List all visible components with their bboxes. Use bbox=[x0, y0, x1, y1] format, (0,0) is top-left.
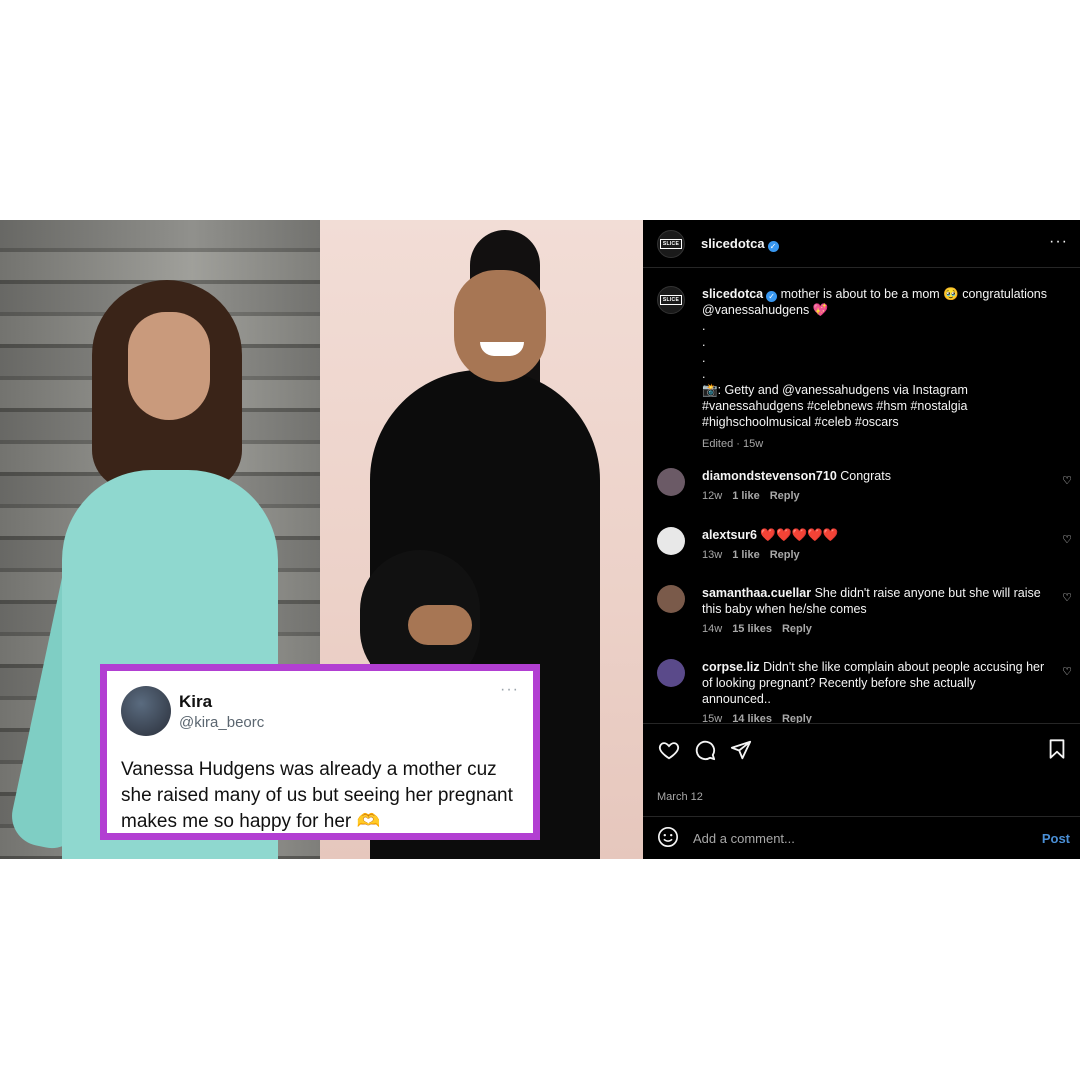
post-date: March 12 bbox=[657, 791, 703, 803]
account-username[interactable]: slicedotca ✓ bbox=[701, 236, 779, 252]
comment-reply-button[interactable]: Reply bbox=[770, 549, 800, 561]
commenter-avatar[interactable] bbox=[657, 585, 685, 613]
like-heart-icon[interactable] bbox=[657, 738, 681, 762]
post-image[interactable]: Kira @kira_beorc ··· Vanessa Hudgens was… bbox=[0, 220, 643, 859]
caption-username[interactable]: slicedotca bbox=[702, 287, 763, 301]
commenter-avatar[interactable] bbox=[657, 659, 685, 687]
tweet-author-name: Kira bbox=[179, 691, 213, 711]
caption-meta: Edited · 15w bbox=[702, 438, 764, 450]
post-sidebar: SLICE slicedotca ✓ ··· SLICE slicedotca ✓ … bbox=[643, 220, 1080, 859]
comment-text: Congrats bbox=[836, 469, 891, 483]
commenter-avatar[interactable] bbox=[657, 468, 685, 496]
comment-likes[interactable]: 15 likes bbox=[732, 623, 772, 635]
emoji-smiley-icon[interactable] bbox=[657, 826, 679, 851]
caption-hashtags-line2[interactable]: #highschoolmusical #celeb #oscars bbox=[702, 414, 1067, 430]
post-comment-button[interactable]: Post bbox=[1042, 831, 1070, 846]
caption-avatar[interactable]: SLICE bbox=[657, 286, 685, 314]
caption-credit: 📸: Getty and @vanessahudgens via Instagr… bbox=[702, 383, 968, 397]
tweet-card: Kira @kira_beorc ··· Vanessa Hudgens was… bbox=[100, 664, 540, 840]
verified-badge-icon: ✓ bbox=[766, 291, 778, 302]
caption-dot: . bbox=[702, 367, 706, 381]
more-options-icon[interactable]: ··· bbox=[1049, 233, 1068, 251]
caption-dot: . bbox=[702, 351, 706, 365]
comment: diamondstevenson710 Congrats 12w 1 like Re… bbox=[657, 468, 1072, 502]
comment-text: ❤️❤️❤️❤️❤️ bbox=[756, 528, 839, 542]
caption-dot: . bbox=[702, 319, 706, 333]
post-actions: March 12 Add a comment... Post bbox=[643, 723, 1080, 859]
account-avatar[interactable]: SLICE bbox=[657, 229, 685, 258]
tweet-text: Vanessa Hudgens was already a mother cuz… bbox=[121, 759, 513, 832]
comment-like-heart-icon[interactable]: ♡ bbox=[1062, 533, 1072, 546]
commenter-username[interactable]: samanthaa.cuellar bbox=[702, 586, 811, 600]
tweet-more-icon: ··· bbox=[500, 681, 519, 698]
comment-like-heart-icon[interactable]: ♡ bbox=[1062, 591, 1072, 604]
comment-age: 14w bbox=[702, 623, 723, 635]
verified-badge-icon: ✓ bbox=[767, 240, 779, 252]
post-caption: SLICE slicedotca ✓ mother is about to be … bbox=[657, 286, 1067, 452]
comment-like-heart-icon[interactable]: ♡ bbox=[1062, 665, 1072, 678]
commenter-avatar[interactable] bbox=[657, 527, 685, 555]
post-header: SLICE slicedotca ✓ ··· bbox=[643, 220, 1080, 268]
comment-reply-button[interactable]: Reply bbox=[770, 490, 800, 502]
add-comment-bar: Add a comment... Post bbox=[643, 816, 1080, 860]
comment-age: 13w bbox=[702, 549, 723, 561]
comment: alextsur6 ❤️❤️❤️❤️❤️ 13w 1 like Reply ♡ bbox=[657, 527, 1072, 561]
comment-age: 12w bbox=[702, 490, 723, 502]
instagram-post: Kira @kira_beorc ··· Vanessa Hudgens was… bbox=[0, 220, 1080, 859]
comment-bubble-icon[interactable] bbox=[693, 738, 717, 762]
caption-hashtags-line1[interactable]: #vanessahudgens #celebnews #hsm #nostalg… bbox=[702, 398, 1067, 414]
commenter-username[interactable]: corpse.liz bbox=[702, 660, 760, 674]
commenter-username[interactable]: diamondstevenson710 bbox=[702, 469, 837, 483]
share-send-icon[interactable] bbox=[729, 738, 753, 762]
commenter-username[interactable]: alextsur6 bbox=[702, 528, 757, 542]
bookmark-save-icon[interactable] bbox=[1046, 738, 1070, 762]
comment-likes[interactable]: 1 like bbox=[732, 549, 760, 561]
caption-text-line1: mother is about to be a mom 🥹 congratula… bbox=[777, 287, 1048, 301]
comment-reply-button[interactable]: Reply bbox=[782, 623, 812, 635]
add-comment-input[interactable]: Add a comment... bbox=[693, 831, 795, 846]
comment-likes[interactable]: 1 like bbox=[732, 490, 760, 502]
caption-text-line2: @vanessahudgens 💖 bbox=[702, 303, 829, 317]
caption-dot: . bbox=[702, 335, 706, 349]
comment-like-heart-icon[interactable]: ♡ bbox=[1062, 474, 1072, 487]
comment: corpse.liz Didn't she like complain abou… bbox=[657, 659, 1072, 725]
tweet-author-handle: @kira_beorc bbox=[179, 713, 265, 731]
comment: samanthaa.cuellar She didn't raise anyon… bbox=[657, 585, 1072, 635]
tweet-avatar bbox=[121, 686, 171, 736]
